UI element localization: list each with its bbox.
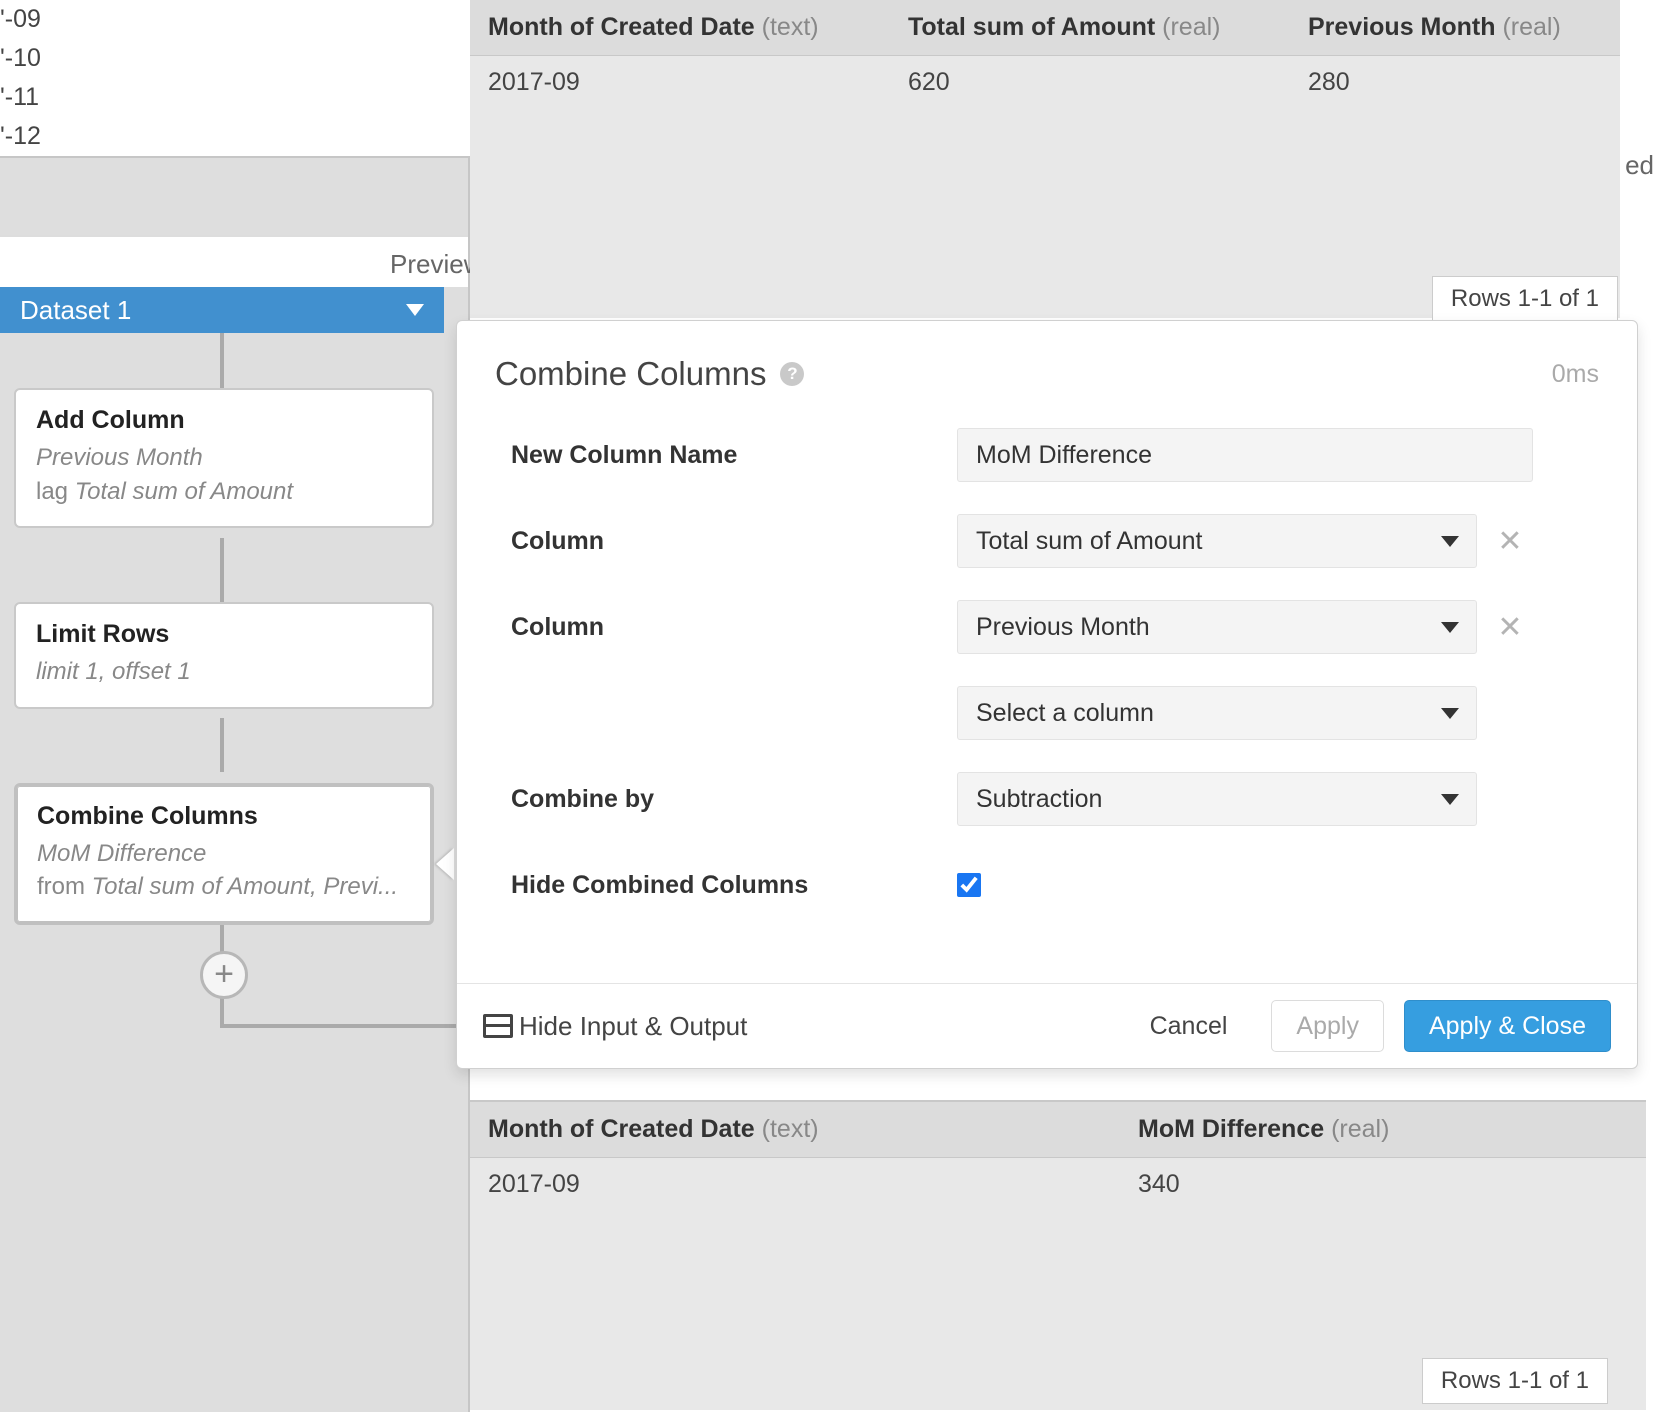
label-column: Column xyxy=(511,527,957,556)
apply-close-button[interactable]: Apply & Close xyxy=(1404,1000,1611,1052)
column-select-1[interactable]: Total sum of Amount xyxy=(957,514,1477,568)
apply-button[interactable]: Apply xyxy=(1271,1000,1384,1052)
step-subtitle: MoM Difference xyxy=(37,837,411,871)
remove-column-button[interactable]: ✕ xyxy=(1495,524,1525,559)
list-item[interactable]: '-10 xyxy=(0,39,470,78)
cell: 620 xyxy=(890,68,1290,97)
label-new-column-name: New Column Name xyxy=(511,441,957,470)
pipeline-step-add-column[interactable]: Add Column Previous Month lag Total sum … xyxy=(14,388,434,528)
list-item[interactable]: '-12 xyxy=(0,117,470,156)
dataset-dropdown[interactable]: Dataset 1 xyxy=(0,287,444,333)
dialog-footer: Hide Input & Output Cancel Apply Apply &… xyxy=(457,983,1637,1068)
column-select-add[interactable]: Select a column xyxy=(957,686,1477,740)
top-list: '-09 '-10 '-11 '-12 xyxy=(0,0,470,158)
step-title: Combine Columns xyxy=(37,802,411,831)
add-step-button[interactable]: + xyxy=(200,951,248,999)
preview-tab[interactable]: Preview xyxy=(0,235,468,287)
table-row: 2017-09 620 280 xyxy=(470,56,1620,108)
remove-column-button[interactable]: ✕ xyxy=(1495,610,1525,645)
cell: 2017-09 xyxy=(470,68,890,97)
table-icon xyxy=(483,1014,513,1038)
rows-count-badge: Rows 1-1 of 1 xyxy=(1422,1358,1608,1404)
label-combine-by: Combine by xyxy=(511,785,957,814)
dataset-label: Dataset 1 xyxy=(20,295,131,326)
column-select-2[interactable]: Previous Month xyxy=(957,600,1477,654)
table-header: Month of Created Date (text) Total sum o… xyxy=(470,0,1620,56)
input-table: Month of Created Date (text) Total sum o… xyxy=(470,0,1620,108)
list-item[interactable]: '-11 xyxy=(0,78,470,117)
output-table: Month of Created Date (text) MoM Differe… xyxy=(470,1100,1646,1210)
selected-step-indicator-icon xyxy=(436,848,454,880)
cropped-text: ed xyxy=(1625,150,1654,181)
dialog-form: New Column Name Column Total sum of Amou… xyxy=(457,403,1637,983)
cancel-button[interactable]: Cancel xyxy=(1126,1000,1252,1052)
cell: 340 xyxy=(1120,1170,1640,1199)
rows-count-badge: Rows 1-1 of 1 xyxy=(1432,276,1618,322)
combine-columns-dialog: Combine Columns ? 0ms New Column Name Co… xyxy=(456,320,1638,1069)
column-header[interactable]: Month of Created Date (text) xyxy=(470,1115,1120,1144)
step-subtitle: from Total sum of Amount, Previ... xyxy=(37,870,411,904)
cell: 280 xyxy=(1290,68,1610,97)
pipeline-step-combine-columns[interactable]: Combine Columns MoM Difference from Tota… xyxy=(14,783,434,925)
table-row: 2017-09 340 xyxy=(470,1158,1646,1210)
connector xyxy=(222,1024,470,1028)
hide-combined-checkbox[interactable] xyxy=(957,873,981,897)
new-column-name-input[interactable] xyxy=(957,428,1533,482)
step-subtitle: lag Total sum of Amount xyxy=(36,475,412,509)
cell: 2017-09 xyxy=(470,1170,1120,1199)
dialog-header: Combine Columns ? 0ms xyxy=(457,321,1637,403)
column-header[interactable]: Month of Created Date (text) xyxy=(470,13,890,42)
pipeline-step-limit-rows[interactable]: Limit Rows limit 1, offset 1 xyxy=(14,602,434,709)
pipeline-pane: '-09 '-10 '-11 '-12 Preview Dataset 1 Ad… xyxy=(0,0,470,1412)
list-item[interactable]: '-09 xyxy=(0,0,470,39)
step-subtitle: Previous Month xyxy=(36,441,412,475)
table-header: Month of Created Date (text) MoM Differe… xyxy=(470,1102,1646,1158)
column-header[interactable]: Previous Month (real) xyxy=(1290,13,1610,42)
step-title: Add Column xyxy=(36,406,412,435)
column-header[interactable]: Total sum of Amount (real) xyxy=(890,13,1290,42)
combine-by-select[interactable]: Subtraction xyxy=(957,772,1477,826)
chevron-down-icon xyxy=(406,304,424,316)
connector xyxy=(220,333,224,389)
label-column: Column xyxy=(511,613,957,642)
help-icon[interactable]: ? xyxy=(780,362,804,386)
timing-label: 0ms xyxy=(1552,360,1599,389)
column-header[interactable]: MoM Difference (real) xyxy=(1120,1115,1640,1144)
label-hide-combined: Hide Combined Columns xyxy=(511,871,957,900)
step-title: Limit Rows xyxy=(36,620,412,649)
dialog-title: Combine Columns ? xyxy=(495,355,804,393)
step-subtitle: limit 1, offset 1 xyxy=(36,655,412,689)
hide-input-output-button[interactable]: Hide Input & Output xyxy=(483,1011,747,1042)
